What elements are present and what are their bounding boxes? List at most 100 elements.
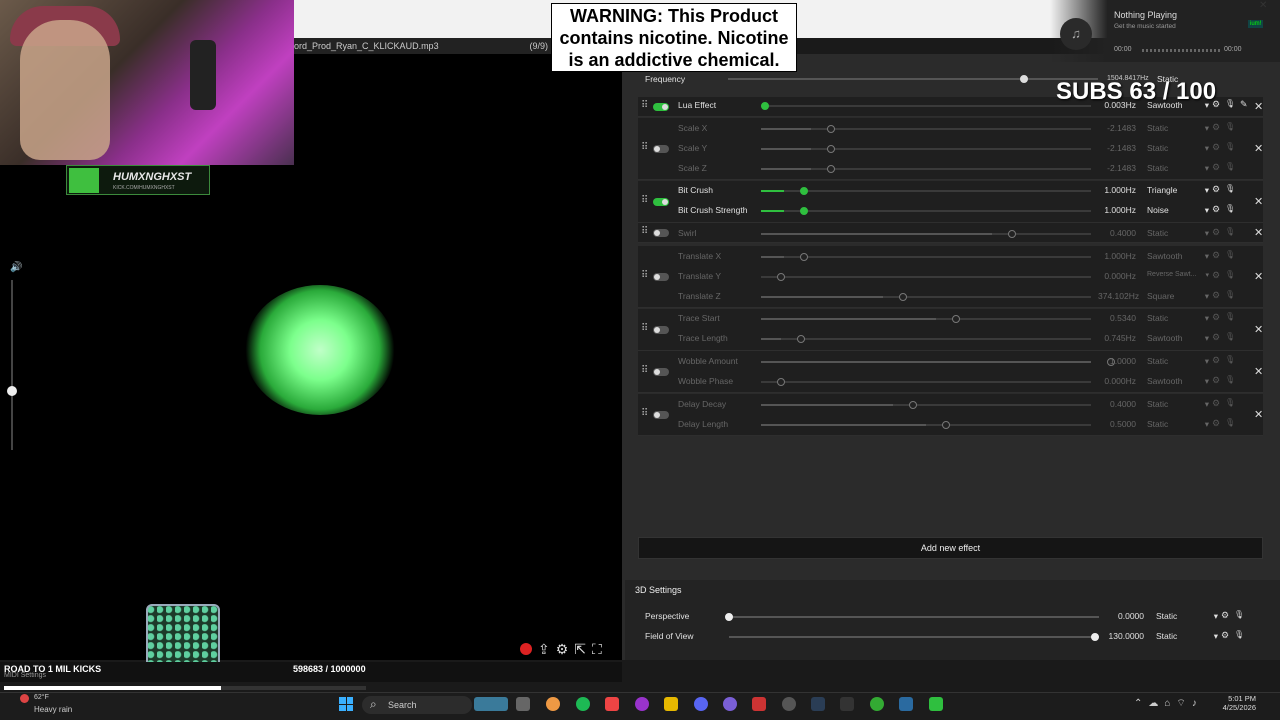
effect-slider[interactable] [761,230,1091,238]
effect-value[interactable]: 0.745Hz [1098,333,1136,343]
microphone-icon[interactable]: 🎙 [1225,204,1235,213]
drag-handle-icon[interactable]: ⠿ [641,142,648,153]
effect-mode-select[interactable]: Static [1147,228,1209,239]
microphone-icon[interactable]: 🎙 [1225,184,1235,193]
effect-slider[interactable] [761,273,1091,281]
effect-slider-knob[interactable] [761,102,769,110]
effect-slider[interactable] [761,145,1091,153]
close-window-icon[interactable]: ✕ [1259,0,1267,11]
effect-slider[interactable] [761,125,1091,133]
edit-pencil-icon[interactable]: ✎ [1240,99,1248,110]
chrome-icon[interactable] [546,697,560,711]
settings-3d-mode-select[interactable]: Static [1156,631,1218,642]
settings-gear-icon[interactable]: ⚙ [556,641,569,658]
effect-value[interactable]: 0.4000 [1098,228,1136,238]
effect-slider-knob[interactable] [777,378,785,386]
gear-icon[interactable]: ⚙ [1212,398,1220,409]
effect-toggle[interactable] [653,198,669,206]
effect-toggle[interactable] [653,273,669,281]
effect-value[interactable]: -2.1483 [1098,123,1136,133]
effect-slider[interactable] [761,335,1091,343]
effect-mode-select[interactable]: Static [1147,143,1209,154]
effect-slider[interactable] [761,421,1091,429]
remove-effect-icon[interactable]: ✕ [1254,270,1263,283]
microphone-icon[interactable]: 🎙 [1225,227,1235,236]
effect-value[interactable]: 1.000Hz [1098,185,1136,195]
remove-effect-icon[interactable]: ✕ [1254,142,1263,155]
effect-value[interactable]: -2.1483 [1098,163,1136,173]
microphone-icon[interactable]: 🎙 [1225,398,1235,407]
file-app-icon[interactable] [516,697,530,711]
oscilloscope-app-icon[interactable] [929,697,943,711]
effect-mode-select[interactable]: Square [1147,291,1209,302]
effect-mode-select[interactable]: Sawtooth [1147,251,1209,262]
drag-handle-icon[interactable]: ⠿ [641,323,648,334]
settings-3d-slider[interactable] [729,633,1099,641]
gear-icon[interactable]: ⚙ [1212,332,1220,343]
gear-icon[interactable]: ⚙ [1212,418,1220,429]
effect-slider-knob[interactable] [826,145,835,153]
effect-mode-select[interactable]: Static [1147,419,1209,430]
effect-mode-select[interactable]: Static [1147,123,1209,134]
effect-slider[interactable] [761,401,1091,409]
effect-mode-select[interactable]: Static [1147,163,1209,174]
drag-handle-icon[interactable]: ⠿ [641,226,648,237]
effect-mode-select[interactable]: Triangle [1147,185,1209,196]
effect-toggle[interactable] [653,326,669,334]
frequency-slider[interactable] [728,75,1098,83]
effect-slider[interactable] [761,165,1091,173]
obs-icon[interactable] [635,697,649,711]
gear-icon[interactable]: ⚙ [1212,204,1220,215]
effect-value[interactable]: 1.000Hz [1098,251,1136,261]
effect-toggle[interactable] [653,368,669,376]
microphone-icon[interactable]: 🎙 [1225,162,1235,171]
settings-3d-value[interactable]: 130.0000 [1100,631,1144,641]
gear-icon[interactable]: ⚙ [1212,375,1220,386]
drag-handle-icon[interactable]: ⠿ [641,100,648,111]
effect-toggle[interactable] [653,145,669,153]
effect-value[interactable]: 0.5000 [1098,419,1136,429]
effect-mode-select[interactable]: Reverse Sawt... [1147,271,1209,279]
remove-effect-icon[interactable]: ✕ [1254,100,1263,113]
microphone-icon[interactable]: 🎙 [1225,142,1235,151]
effect-toggle[interactable] [653,229,669,237]
effect-slider-knob[interactable] [951,315,960,323]
effect-mode-select[interactable]: Static [1147,356,1209,367]
frequency-slider-knob[interactable] [1020,75,1028,83]
folder-icon[interactable] [664,697,678,711]
gear-icon[interactable]: ⚙ [1212,290,1220,301]
effect-value[interactable]: 0.000Hz [1098,376,1136,386]
weather-icon[interactable] [20,694,29,703]
effect-value[interactable]: 374.102Hz [1098,291,1139,301]
effect-mode-select[interactable]: Sawtooth [1147,376,1209,387]
effect-toggle[interactable] [653,103,669,111]
app-icon-blue[interactable] [899,697,913,711]
gear-icon[interactable]: ⚙ [1212,184,1220,195]
popout-icon[interactable]: ⇱ [574,641,586,658]
effect-slider[interactable] [761,102,1091,110]
remove-effect-icon[interactable]: ✕ [1254,365,1263,378]
effect-slider[interactable] [761,315,1091,323]
settings-3d-slider-knob[interactable] [1091,633,1099,641]
microphone-icon[interactable]: 🎙 [1225,355,1235,364]
drag-handle-icon[interactable]: ⠿ [641,408,648,419]
effect-slider[interactable] [761,378,1091,386]
remove-effect-icon[interactable]: ✕ [1254,195,1263,208]
terminal-icon[interactable] [840,697,854,711]
effect-slider-knob[interactable] [826,125,835,133]
gear-icon[interactable]: ⚙ [1212,355,1220,366]
effect-slider-knob[interactable] [909,401,917,409]
weather-temp[interactable]: 62°F [34,694,49,701]
gear-icon[interactable]: ⚙ [1221,630,1229,641]
discord-icon[interactable] [694,697,708,711]
effect-value[interactable]: -2.1483 [1098,143,1136,153]
gear-icon[interactable]: ⚙ [1212,142,1220,153]
drag-handle-icon[interactable]: ⠿ [641,365,648,376]
taskbar-search[interactable]: Search [362,695,472,714]
effect-slider-knob[interactable] [1008,230,1016,238]
windows-start-icon[interactable] [339,697,353,711]
effect-mode-select[interactable]: Static [1147,313,1209,324]
effect-mode-select[interactable]: Static [1147,399,1209,410]
effect-slider-knob[interactable] [942,421,950,429]
effect-slider[interactable] [761,253,1091,261]
